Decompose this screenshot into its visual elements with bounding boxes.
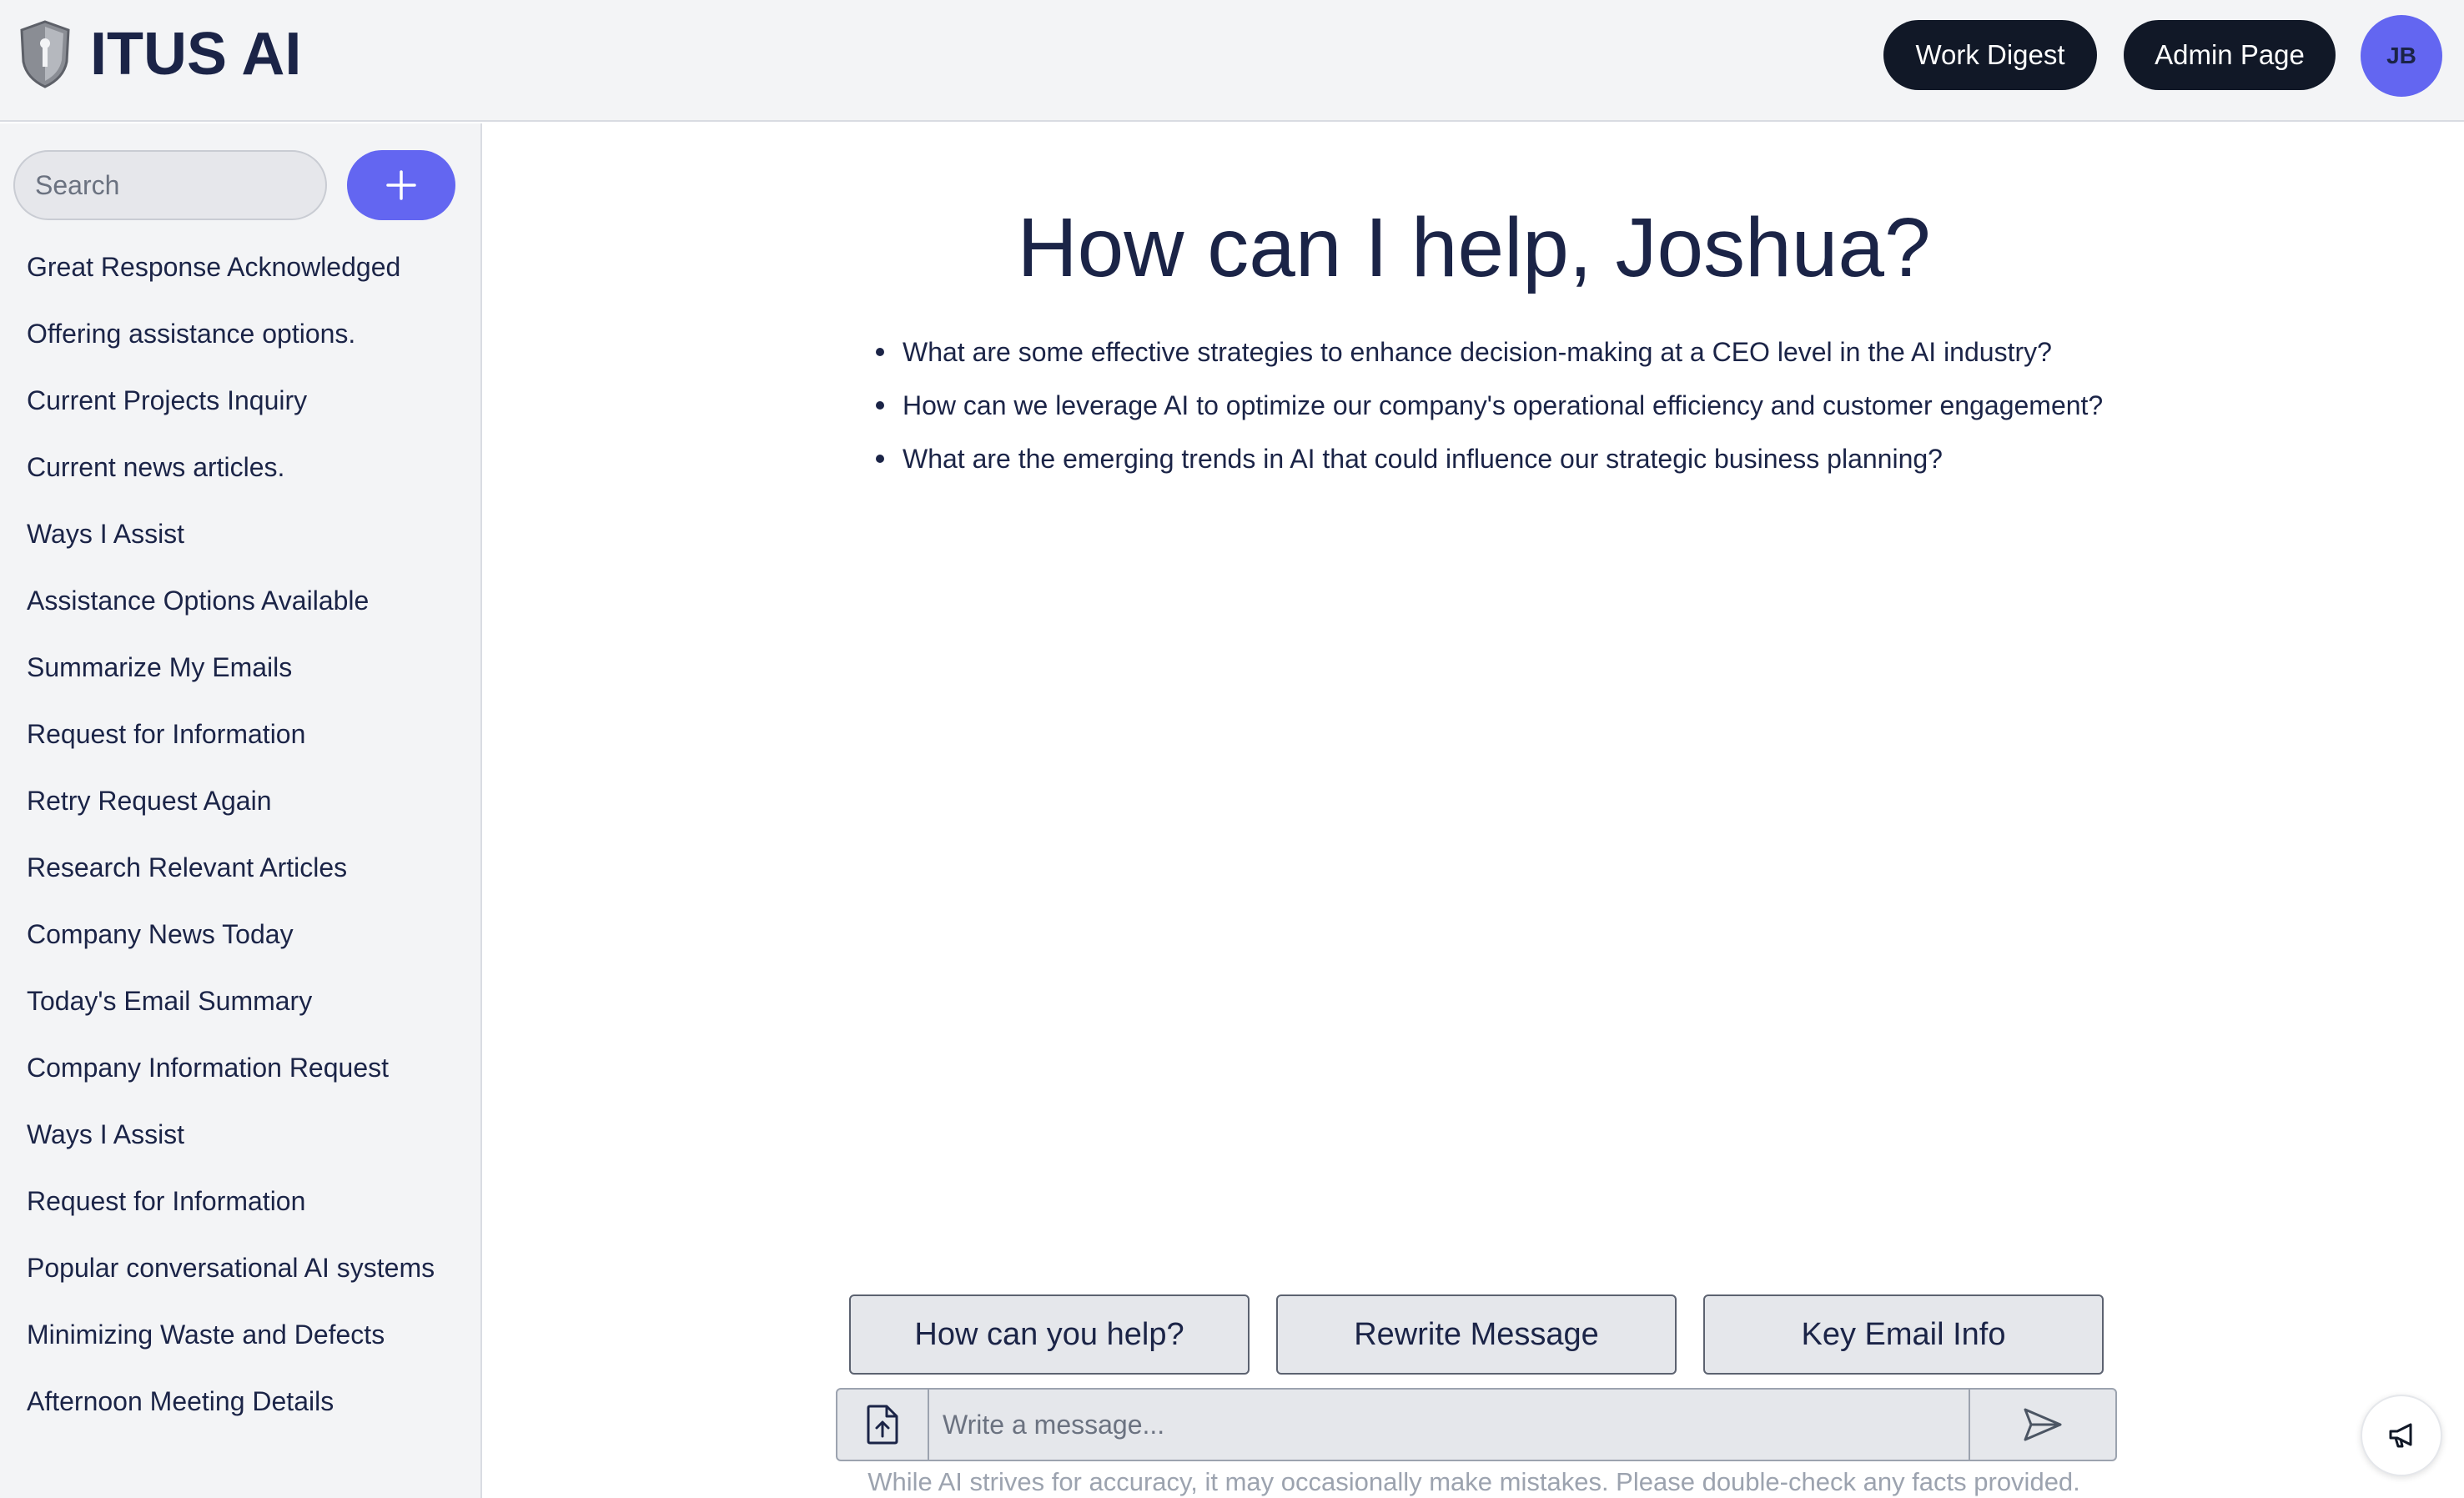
shield-logo-icon [20, 20, 70, 88]
attach-file-button[interactable] [837, 1390, 929, 1460]
chat-main: How can I help, Joshua? What are some ef… [484, 123, 2464, 1498]
conversation-list: Great Response Acknowledged Offering ass… [27, 247, 460, 1448]
quick-action-rewrite-message[interactable]: Rewrite Message [1276, 1294, 1677, 1375]
message-input[interactable] [929, 1390, 1969, 1460]
new-chat-button[interactable] [347, 150, 455, 220]
quick-action-key-email-info[interactable]: Key Email Info [1703, 1294, 2104, 1375]
conversation-item[interactable]: Offering assistance options. [27, 314, 460, 354]
quick-action-how-can-you-help[interactable]: How can you help? [849, 1294, 1250, 1375]
suggestion-list: What are some effective strategies to en… [874, 335, 2292, 495]
accuracy-disclaimer: While AI strives for accuracy, it may oc… [867, 1467, 2080, 1496]
work-digest-button[interactable]: Work Digest [1883, 20, 2097, 90]
suggestion-item[interactable]: What are some effective strategies to en… [874, 335, 2292, 369]
search-input[interactable] [13, 150, 327, 220]
conversation-item[interactable]: Popular conversational AI systems [27, 1248, 460, 1288]
conversation-item[interactable]: Afternoon Meeting Details [27, 1381, 460, 1421]
send-button[interactable] [1969, 1390, 2115, 1460]
feedback-button[interactable] [2361, 1395, 2442, 1476]
greeting-title: How can I help, Joshua? [1017, 201, 1931, 294]
conversation-item[interactable]: Company News Today [27, 914, 460, 954]
user-avatar[interactable]: JB [2361, 15, 2442, 97]
brand-logo[interactable]: ITUS AI [18, 20, 301, 88]
file-upload-icon [867, 1405, 898, 1445]
conversation-item[interactable]: Ways I Assist [27, 514, 460, 554]
suggestion-item[interactable]: How can we leverage AI to optimize our c… [874, 389, 2292, 422]
message-composer [836, 1388, 2117, 1461]
suggestion-item[interactable]: What are the emerging trends in AI that … [874, 442, 2292, 475]
conversation-item[interactable]: Request for Information [27, 714, 460, 754]
conversation-item[interactable]: Summarize My Emails [27, 647, 460, 687]
conversation-item[interactable]: Request for Information [27, 1181, 460, 1221]
conversation-item[interactable]: Today's Email Summary [27, 981, 460, 1021]
megaphone-icon [2389, 1423, 2412, 1448]
plus-icon [386, 170, 416, 200]
conversation-item[interactable]: Assistance Options Available [27, 581, 460, 621]
conversation-item[interactable]: Current Projects Inquiry [27, 380, 460, 420]
conversation-item[interactable]: Current news articles. [27, 447, 460, 487]
conversation-item[interactable]: Research Relevant Articles [27, 847, 460, 887]
conversation-item[interactable]: Company Information Request [27, 1048, 460, 1088]
brand-name: ITUS AI [90, 21, 302, 88]
conversation-item[interactable]: Ways I Assist [27, 1114, 460, 1154]
top-header: ITUS AI Work Digest Admin Page JB [0, 0, 2464, 122]
conversation-item[interactable]: Retry Request Again [27, 781, 460, 821]
conversation-item[interactable]: Minimizing Waste and Defects [27, 1315, 460, 1355]
conversation-item[interactable]: Great Response Acknowledged [27, 247, 460, 287]
send-icon [2024, 1408, 2062, 1441]
admin-page-button[interactable]: Admin Page [2124, 20, 2336, 90]
sidebar: Great Response Acknowledged Offering ass… [0, 123, 482, 1498]
